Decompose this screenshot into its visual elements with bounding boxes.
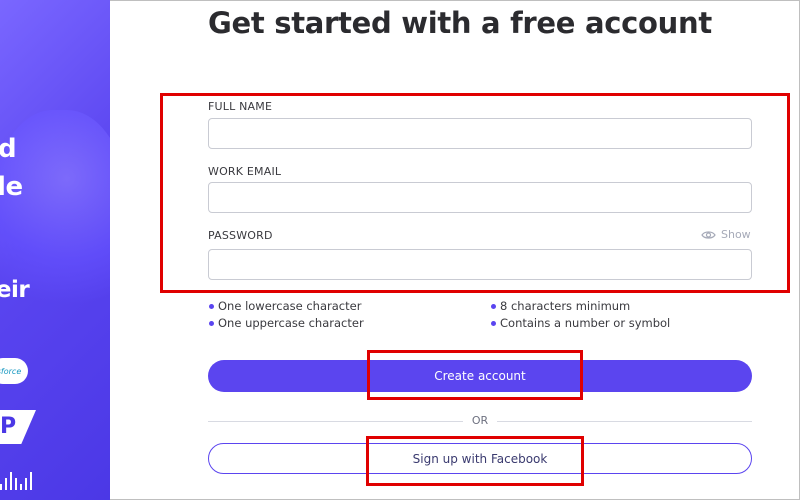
hero-line-2: nd bbox=[0, 134, 17, 164]
bullet-dot-icon bbox=[209, 320, 214, 326]
or-separator: OR bbox=[471, 414, 489, 427]
requirement-lowercase: One lowercase character bbox=[209, 299, 361, 313]
cisco-logo bbox=[0, 472, 32, 490]
salesforce-logo-text: sforce bbox=[0, 366, 22, 376]
person-photo bbox=[0, 110, 110, 340]
sap-logo: P bbox=[0, 410, 36, 444]
divider-right bbox=[497, 421, 752, 422]
bullet-dot-icon bbox=[209, 303, 214, 309]
highlight-box-create-button bbox=[367, 350, 583, 400]
divider-left bbox=[208, 421, 463, 422]
highlight-box-form-fields bbox=[160, 93, 790, 293]
highlight-box-facebook-button bbox=[366, 436, 584, 486]
promo-panel: d nd ale heir sforce P bbox=[0, 0, 110, 500]
requirement-text: One lowercase character bbox=[218, 299, 362, 313]
bullet-dot-icon bbox=[491, 303, 496, 309]
requirement-text: One uppercase character bbox=[218, 316, 364, 330]
salesforce-logo: sforce bbox=[0, 358, 28, 384]
bullet-dot-icon bbox=[491, 320, 496, 326]
requirement-number-symbol: Contains a number or symbol bbox=[491, 316, 670, 330]
page-title: Get started with a free account bbox=[208, 6, 712, 40]
requirement-min-length: 8 characters minimum bbox=[491, 299, 630, 313]
hero-line-4: heir bbox=[0, 277, 30, 303]
requirement-text: 8 characters minimum bbox=[500, 299, 631, 313]
hero-line-3: ale bbox=[0, 172, 23, 202]
requirement-uppercase: One uppercase character bbox=[209, 316, 364, 330]
requirement-text: Contains a number or symbol bbox=[500, 316, 671, 330]
sap-logo-text: P bbox=[0, 414, 17, 439]
